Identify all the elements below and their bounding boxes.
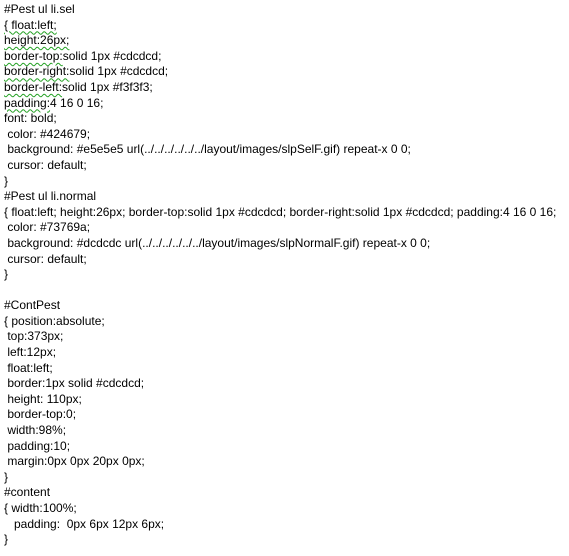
text-line: left:12px; xyxy=(4,345,57,360)
spellcheck-underlined-text: border-left: xyxy=(4,79,63,94)
text-line: { float:left; height:26px; border-top:so… xyxy=(4,204,557,219)
css-document: #Pest ul li.sel{ float:left; height:26px;… xyxy=(4,2,566,548)
text-line: #Pest ul li.sel xyxy=(4,2,75,16)
css-rule-block: #ContPest{ position:absolute; top:373px;… xyxy=(4,283,566,486)
spellcheck-underlined-text: border-right: xyxy=(4,64,70,79)
text-line: background: #e5e5e5 url(../../../../../.… xyxy=(4,142,411,157)
text-line: { position:absolute; xyxy=(4,313,105,328)
text-line: font: bold; xyxy=(4,111,57,126)
text-line: cursor: default; xyxy=(4,157,87,172)
text-line: } xyxy=(4,173,9,188)
text-line: top:373px; xyxy=(4,329,64,344)
spellcheck-underlined-text: { float:left; xyxy=(4,17,57,32)
text-line: { width:100%; xyxy=(4,501,77,515)
property-value: solid 1px #cdcdcd; xyxy=(69,64,169,79)
text-line: color: #424679; xyxy=(4,126,91,141)
text-line: height:26px; xyxy=(4,33,566,49)
text-line: padding:10; xyxy=(4,438,71,453)
text-line: border-top:solid 1px #cdcdcd; xyxy=(4,49,566,65)
property-value: solid 1px #cdcdcd; xyxy=(62,48,162,63)
text-line: #content xyxy=(4,485,51,500)
text-line: cursor: default; xyxy=(4,251,87,266)
css-rule-block: #Pest ul li.normal{ float:left; height:2… xyxy=(4,189,566,283)
text-line: height: 110px; xyxy=(4,391,82,406)
text-line: border-right:solid 1px #cdcdcd; xyxy=(4,64,566,80)
text-line: border-top:0; xyxy=(4,407,77,422)
text-line: } xyxy=(4,267,9,282)
text-line: color: #73769a; xyxy=(4,220,91,235)
css-rule-block: #content{ width:100%; padding: 0px 6px 1… xyxy=(4,485,566,547)
text-line: border:1px solid #cdcdcd; xyxy=(4,376,145,391)
text-line: #Pest ul li.normal xyxy=(4,189,97,204)
spellcheck-underlined-text: padding: xyxy=(4,95,51,110)
css-rule-block: #Pest ul li.sel{ float:left; height:26px;… xyxy=(4,2,566,189)
text-line: width:98%; xyxy=(4,423,67,438)
text-line: background: #dcdcdc url(../../../../../.… xyxy=(4,235,431,250)
text-line: #ContPest xyxy=(4,298,61,313)
property-value: 4 16 0 16; xyxy=(50,95,104,110)
text-line: float:left; xyxy=(4,360,53,375)
text-line: padding:4 16 0 16; xyxy=(4,96,566,112)
text-line: } xyxy=(4,469,9,484)
property-value: solid 1px #f3f3f3; xyxy=(62,79,153,94)
text-line: } xyxy=(4,532,9,547)
text-line: margin:0px 0px 20px 0px; xyxy=(4,454,145,469)
text-line: border-left:solid 1px #f3f3f3; xyxy=(4,80,566,96)
spellcheck-underlined-text: border-top: xyxy=(4,48,63,63)
text-line: padding: 0px 6px 12px 6px; xyxy=(4,516,165,531)
spellcheck-underlined-text: height:26px; xyxy=(4,33,70,48)
text-line: { float:left; xyxy=(4,18,566,34)
